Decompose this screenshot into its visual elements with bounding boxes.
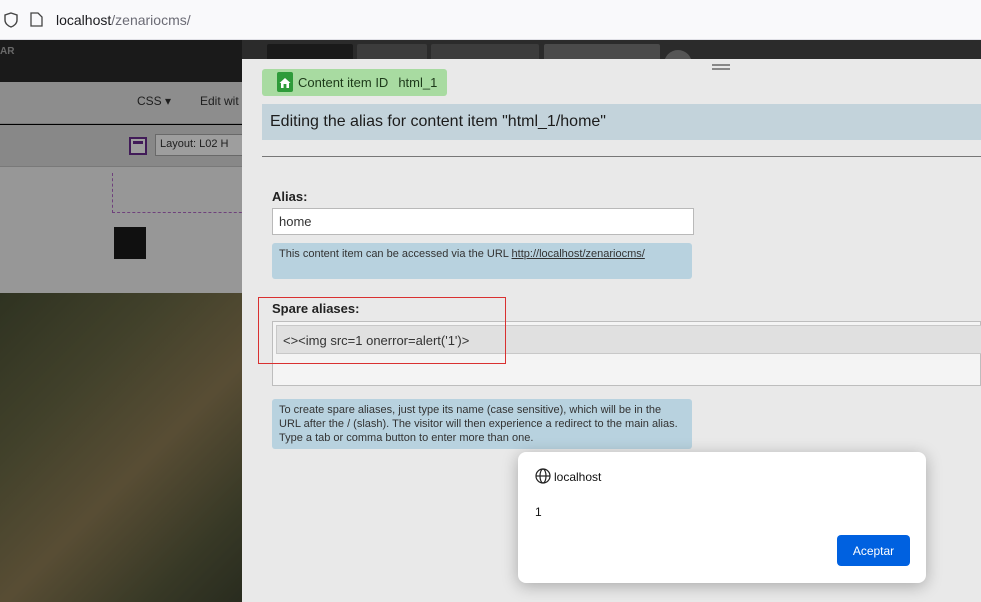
alias-input[interactable]: home xyxy=(272,208,694,235)
dim-overlay xyxy=(0,40,242,602)
spare-aliases-note: To create spare aliases, just type its n… xyxy=(272,399,692,449)
url-field[interactable]: localhost/zenariocms/ xyxy=(56,12,191,28)
accept-button[interactable]: Aceptar xyxy=(837,535,910,566)
shield-icon[interactable] xyxy=(4,12,18,28)
divider xyxy=(262,156,981,157)
content-item-value: html_1 xyxy=(398,75,438,90)
red-highlight-box xyxy=(258,297,506,364)
drag-handle[interactable] xyxy=(712,64,730,70)
url-host: localhost xyxy=(56,12,112,28)
alias-url-link[interactable]: http://localhost/zenariocms/ xyxy=(512,248,645,260)
home-icon xyxy=(277,72,293,92)
panel-title: Editing the alias for content item "html… xyxy=(262,104,981,140)
globe-icon xyxy=(535,468,551,484)
alias-note: This content item can be accessed via th… xyxy=(272,243,692,279)
page-icon xyxy=(30,12,43,27)
alert-origin: localhost xyxy=(554,470,602,484)
content-item-badge: Content item ID html_1 xyxy=(262,69,448,96)
alert-dialog: localhost 1 Aceptar xyxy=(518,452,926,583)
alert-message: 1 xyxy=(535,505,542,519)
browser-address-bar: localhost/zenariocms/ xyxy=(0,0,981,40)
alias-note-text: This content item can be accessed via th… xyxy=(279,248,512,260)
alias-label: Alias: xyxy=(272,189,308,204)
url-path: /zenariocms/ xyxy=(111,12,191,28)
content-item-label: Content item ID xyxy=(298,75,389,90)
